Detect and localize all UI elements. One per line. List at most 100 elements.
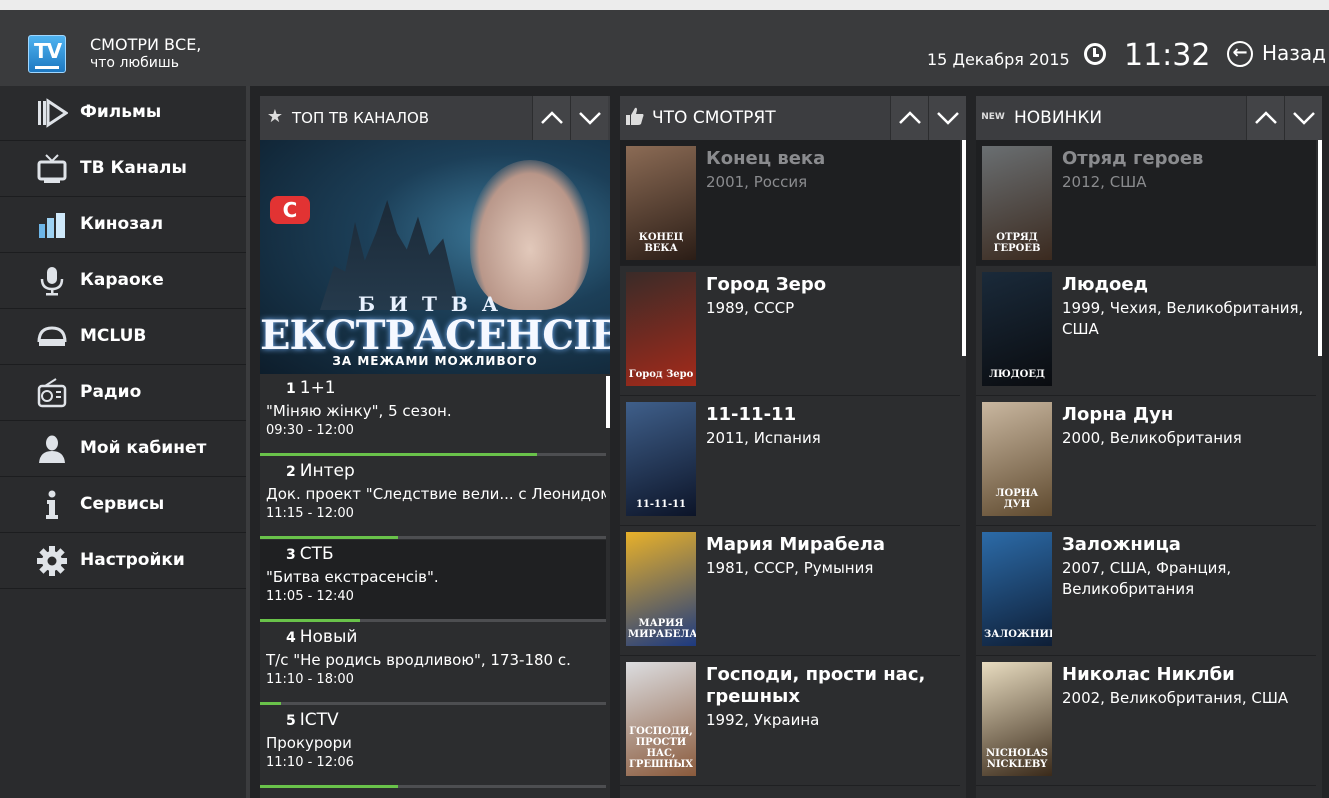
movie-item[interactable]: КОНЕЦ ВЕКА Конец века 2001, Россия (620, 140, 960, 266)
scrollbar-thumb[interactable] (962, 140, 966, 356)
watching-panel: ЧТО СМОТРЯТ КОНЕЦ ВЕКА Конец века 2001, Ро… (620, 96, 966, 798)
channel-logo: С (270, 196, 310, 224)
movie-meta: 1989, СССР (706, 299, 795, 317)
menu-label: Сервисы (80, 494, 165, 514)
scroll-down-button[interactable] (1284, 96, 1322, 140)
progress-bar (260, 785, 606, 788)
movie-meta: 2007, США, Франция, Великобритания (1062, 559, 1232, 598)
progress-fill (260, 536, 399, 539)
progress-fill (260, 619, 361, 622)
film-play-icon (36, 98, 69, 128)
channel-title: 1+1 (299, 378, 336, 398)
channel-item-4[interactable]: 4 Новый Т/с "Не родись вродливою", 173-18… (260, 623, 606, 705)
movie-meta: 2000, Великобритания (1062, 429, 1242, 447)
movie-poster: ЗАЛОЖНИЦА (982, 532, 1052, 646)
logo-text: TV (34, 39, 62, 63)
menu-item-services[interactable]: Сервисы (0, 478, 248, 533)
progress-bar (260, 619, 606, 622)
chevron-down-icon (1293, 112, 1315, 125)
movie-item[interactable]: Город Зеро Город Зеро 1989, СССР (620, 266, 960, 396)
back-button[interactable]: Назад (1262, 41, 1326, 65)
menu-item-films[interactable]: Фильмы (0, 86, 248, 141)
movie-poster: ЛОРНА ДУН (982, 402, 1052, 516)
program-title: Док. проект "Следствие вели... с Леонидо… (266, 485, 606, 503)
progress-bar (260, 536, 606, 539)
channel-item-1[interactable]: 1 1+1 "Міняю жінку", 5 сезон. 09:30 - 12:… (260, 374, 606, 456)
scroll-down-button[interactable] (928, 96, 966, 140)
channel-preview-image[interactable]: С БИТВА ЕКСТРАСЕНСІВ ЗА МЕЖАМИ МОЖЛИВОГО (260, 140, 610, 374)
channel-name: 1 1+1 (286, 378, 336, 398)
movie-item[interactable]: МАРИЯ МИРАБЕЛА Мария Мирабела 1981, СССР, … (620, 526, 960, 656)
panel-title: ТОП ТВ КАНАЛОВ (292, 109, 430, 127)
menu-item-karaoke[interactable]: Караоке (0, 254, 248, 309)
movie-title: Город Зеро (706, 274, 827, 295)
movie-item[interactable]: ЗАЛОЖНИЦА Заложница 2007, США, Франция, Ве… (976, 526, 1316, 656)
program-time: 11:15 - 12:00 (266, 506, 354, 521)
chevron-down-icon (937, 112, 959, 125)
back-arrow-icon[interactable]: ← (1227, 41, 1253, 67)
movie-item[interactable]: ОТРЯД ГЕРОЕВ Отряд героев 2012, США (976, 140, 1316, 266)
scroll-up-button[interactable] (890, 96, 928, 140)
movie-title: 11-11-11 (706, 404, 797, 425)
movie-meta: 2001, Россия (706, 173, 808, 191)
channel-item-2[interactable]: 2 Интер Док. проект "Следствие вели... с … (260, 457, 606, 539)
movie-poster: КОНЕЦ ВЕКА (626, 146, 696, 260)
program-time: 11:10 - 18:00 (266, 672, 354, 687)
poster-title: Город Зеро (628, 369, 694, 380)
program-time: 11:05 - 12:40 (266, 589, 354, 604)
progress-fill (260, 702, 281, 705)
poster-title: ЛОРНА ДУН (995, 488, 1039, 510)
movie-item[interactable]: 11-11-11 11-11-11 2011, Испания (620, 396, 960, 526)
new-releases-header: NEW НОВИНКИ (976, 96, 1322, 140)
channel-item-3[interactable]: 3 СТБ "Битва екстрасенсів". 11:05 - 12:40 (260, 540, 606, 622)
movie-meta: 1992, Украина (706, 711, 820, 729)
new-releases-panel: NEW НОВИНКИ ОТРЯД ГЕРОЕВ Отряд героев 2012… (976, 96, 1322, 798)
scroll-up-button[interactable] (1246, 96, 1284, 140)
movie-poster: ГОСПОДИ, ПРОСТИ НАС, ГРЕШНЫХ (626, 662, 696, 776)
mclub-icon (36, 322, 68, 352)
thumbs-up-icon (624, 106, 646, 128)
channel-title: СТБ (299, 544, 334, 564)
poster-title: NICHOLAS NICKLEBY (986, 748, 1048, 770)
movie-poster: ЛЮДОЕД (982, 272, 1052, 386)
tv-icon (36, 154, 68, 184)
menu-item-mclub[interactable]: MCLUB (0, 310, 248, 365)
top-border (0, 0, 1329, 10)
channel-number: 3 (286, 547, 296, 563)
channel-number: 4 (286, 630, 296, 646)
channel-number: 2 (286, 464, 296, 480)
movie-title: Николас Никлби (1062, 664, 1235, 685)
menu-label: Караоке (80, 270, 164, 290)
movie-item[interactable]: ЛЮДОЕД Людоед 1999, Чехия, Великобритания,… (976, 266, 1316, 396)
current-date: 15 Декабря 2015 (927, 50, 1070, 69)
progress-bar (260, 702, 606, 705)
movie-item[interactable]: ЛОРНА ДУН Лорна Дун 2000, Великобритания (976, 396, 1316, 526)
movie-meta: 1981, СССР, Румыния (706, 559, 874, 577)
movie-meta: 2012, США (1062, 173, 1147, 191)
menu-label: Фильмы (80, 102, 162, 122)
gear-icon (36, 546, 68, 576)
movie-item[interactable]: NICHOLAS NICKLEBY Николас Никлби 2002, Вел… (976, 656, 1316, 786)
menu-item-my-account[interactable]: Мой кабинет (0, 422, 248, 477)
poster-title: ГОСПОДИ, ПРОСТИ НАС, ГРЕШНЫХ (629, 726, 693, 770)
channel-item-5[interactable]: 5 ICTV Прокурори 11:10 - 12:06 (260, 706, 606, 788)
poster-title: МАРИЯ МИРАБЕЛА (628, 618, 696, 640)
top-bar: TV СМОТРИ ВСЕ, что любишь 15 Декабря 201… (0, 0, 1329, 86)
menu-item-radio[interactable]: Радио (0, 366, 248, 421)
movie-title: Конец века (706, 148, 826, 169)
panel-title: НОВИНКИ (1014, 108, 1103, 128)
menu-label: Радио (80, 382, 142, 402)
program-title: Т/с "Не родись вродливою", 173-180 с. (266, 651, 571, 669)
scroll-down-button[interactable] (570, 96, 608, 140)
scrollbar-thumb[interactable] (606, 376, 610, 428)
scroll-up-button[interactable] (532, 96, 570, 140)
scrollbar-thumb[interactable] (1318, 140, 1322, 356)
menu-item-settings[interactable]: Настройки (0, 534, 248, 589)
microphone-icon (36, 266, 68, 296)
menu-item-tv-channels[interactable]: ТВ Каналы (0, 142, 248, 197)
menu-item-cinema[interactable]: Кинозал (0, 198, 248, 253)
channel-title: Новый (299, 627, 358, 647)
poster-title: ЗАЛОЖНИЦА (984, 629, 1052, 640)
movie-item[interactable]: ГОСПОДИ, ПРОСТИ НАС, ГРЕШНЫХ Господи, про… (620, 656, 960, 786)
menu-label: Мой кабинет (80, 438, 207, 458)
